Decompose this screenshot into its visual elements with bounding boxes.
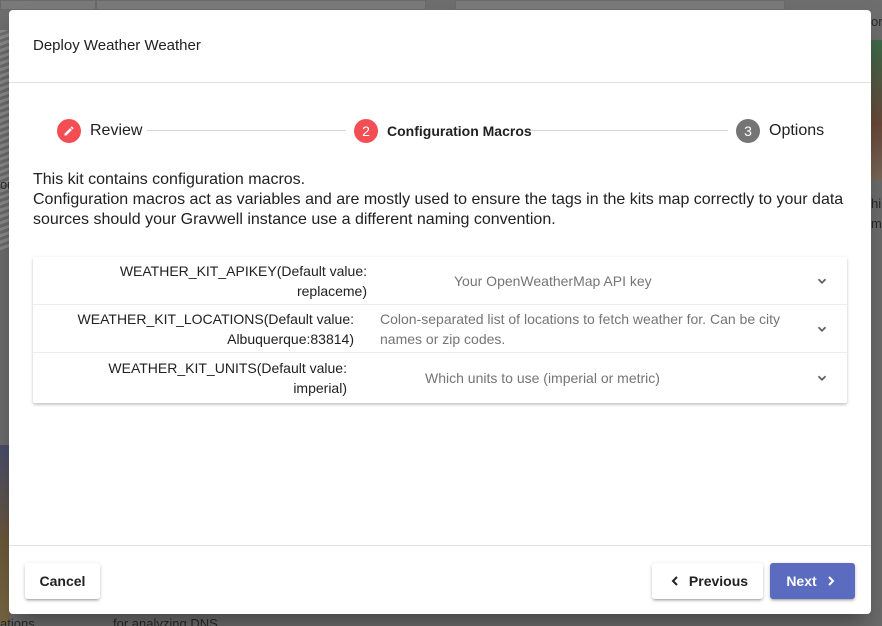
dialog-header: Deploy Weather Weather <box>9 10 871 83</box>
bg-text: for analyzing DNS <box>113 616 218 626</box>
chevron-down-icon[interactable] <box>815 371 829 385</box>
step-connector <box>531 130 728 131</box>
bg-text: orl <box>871 14 882 29</box>
macro-description: Colon-separated list of locations to fet… <box>380 311 780 347</box>
macro-name: WEATHER_KIT_UNITS(Default value: imperia… <box>108 360 347 396</box>
deploy-kit-dialog: Deploy Weather Weather Review 2 Configur… <box>9 10 871 614</box>
step-label: Review <box>90 122 143 139</box>
step-number: 3 <box>736 119 760 143</box>
next-button[interactable]: Next <box>770 563 855 599</box>
cancel-button[interactable]: Cancel <box>25 563 100 599</box>
bg-card <box>455 0 785 10</box>
bg-text: me <box>871 216 882 231</box>
step-label: Options <box>769 122 825 139</box>
bg-card <box>96 0 426 10</box>
pencil-icon <box>57 119 81 143</box>
cancel-button-label: Cancel <box>39 573 86 589</box>
step-number: 2 <box>354 119 378 143</box>
chevron-down-icon[interactable] <box>815 274 829 288</box>
intro-line: This kit contains configuration macros. <box>33 171 306 188</box>
bg-card <box>0 0 96 10</box>
chevron-down-icon[interactable] <box>815 322 829 336</box>
previous-button-label: Previous <box>688 573 749 589</box>
intro-text: This kit contains configuration macros. … <box>33 170 853 230</box>
bg-text: ations <box>0 616 35 626</box>
chevron-right-icon <box>827 576 835 586</box>
step-label: Configuration Macros <box>387 123 532 139</box>
intro-line: Configuration macros act as variables an… <box>33 191 844 228</box>
bg-text: hi <box>871 196 882 211</box>
macro-row[interactable]: WEATHER_KIT_LOCATIONS(Default value: Alb… <box>33 305 847 353</box>
bg-thumbnail <box>870 40 882 180</box>
step-connector <box>147 130 346 131</box>
macro-name: WEATHER_KIT_LOCATIONS(Default value: Alb… <box>77 311 354 347</box>
macro-name: WEATHER_KIT_APIKEY(Default value: replac… <box>119 263 367 299</box>
macro-list: WEATHER_KIT_APIKEY(Default value: replac… <box>33 257 847 403</box>
dialog-title: Deploy Weather Weather <box>33 37 201 54</box>
step-options[interactable]: 3 Options <box>736 118 824 144</box>
step-review[interactable]: Review <box>57 118 142 144</box>
macro-row[interactable]: WEATHER_KIT_UNITS(Default value: imperia… <box>33 353 847 403</box>
stepper: Review 2 Configuration Macros 3 Options <box>9 118 871 144</box>
step-configuration-macros[interactable]: 2 Configuration Macros <box>354 118 532 144</box>
macro-description: Which units to use (imperial or metric) <box>425 370 660 386</box>
dialog-footer: Cancel Previous Next <box>9 545 871 614</box>
chevron-left-icon <box>671 576 678 586</box>
macro-row[interactable]: WEATHER_KIT_APIKEY(Default value: replac… <box>33 257 847 305</box>
macro-description: Your OpenWeatherMap API key <box>454 273 652 289</box>
next-button-label: Next <box>786 573 817 589</box>
previous-button[interactable]: Previous <box>652 563 763 599</box>
